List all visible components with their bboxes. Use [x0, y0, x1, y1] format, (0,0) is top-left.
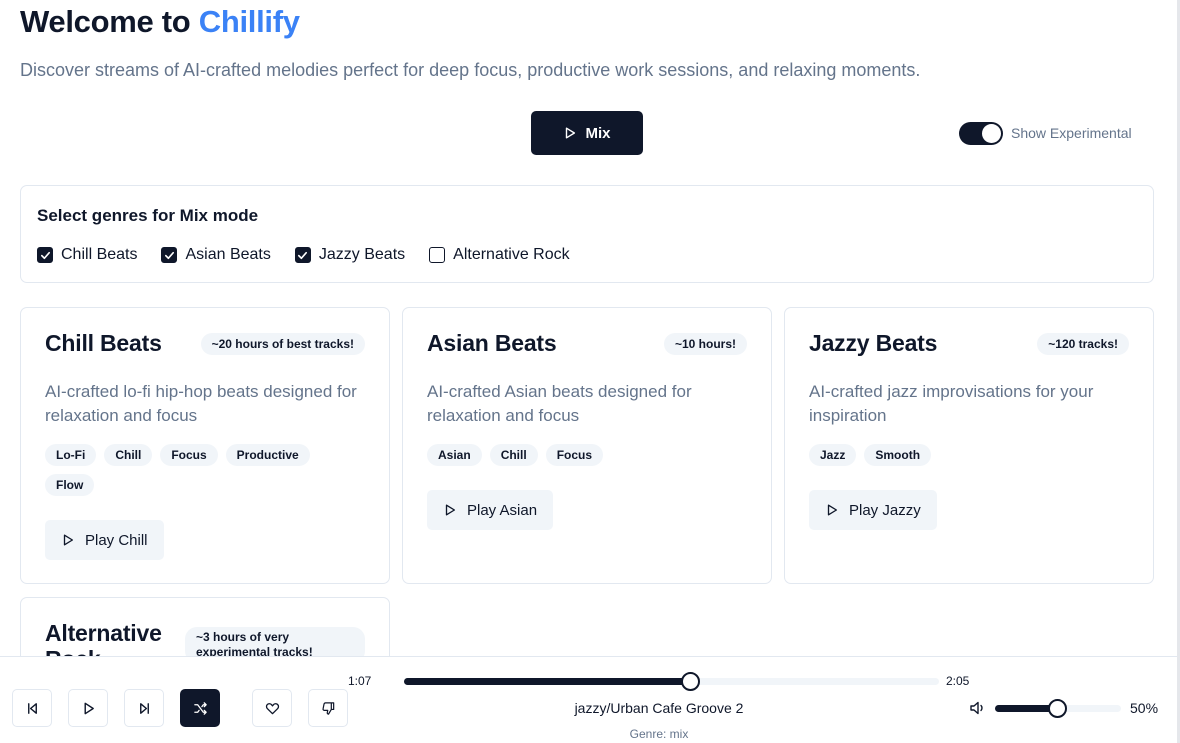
checkbox-checked-icon[interactable]	[294, 247, 311, 263]
seek-slider-thumb[interactable]	[680, 672, 700, 691]
mix-button-label: Mix	[585, 124, 611, 142]
genre-option-label: Chill Beats	[61, 246, 138, 263]
title-prefix: Welcome to	[20, 4, 199, 39]
genre-option-chill-beats[interactable]: Chill Beats	[37, 246, 137, 264]
experimental-toggle-label: Show Experimental	[1011, 125, 1132, 141]
tag-chip: Flow	[45, 474, 95, 496]
tag-chip: Lo-Fi	[45, 444, 97, 466]
genre-option-label: Jazzy Beats	[318, 246, 406, 263]
audio-player-bar: 1:07 2:05 jazzy/Urban Cafe Groove 2 Genr…	[0, 656, 1177, 743]
now-playing-genre: Genre: mix	[629, 727, 689, 741]
previous-track-button[interactable]	[12, 689, 52, 727]
checkbox-checked-icon[interactable]	[161, 247, 178, 263]
card-badge: ~120 tracks!	[1037, 333, 1129, 355]
card-description: AI-crafted Asian beats designed for rela…	[427, 382, 692, 425]
card-title: Asian Beats	[427, 330, 557, 356]
card-title: Chill Beats	[45, 330, 162, 356]
tag-chip: Focus	[545, 444, 604, 466]
card-tags: Jazz Smooth	[809, 444, 1129, 466]
genre-card-chill-beats: Chill Beats ~20 hours of best tracks! AI…	[20, 307, 390, 584]
track-duration: 2:05	[946, 674, 970, 688]
play-pause-button[interactable]	[68, 689, 108, 727]
play-button-label: Play Jazzy	[849, 501, 921, 519]
seek-slider[interactable]	[404, 672, 939, 691]
genre-option-alternative-rock[interactable]: Alternative Rock	[429, 246, 570, 264]
volume-icon[interactable]	[969, 700, 987, 716]
genre-card-asian-beats: Asian Beats ~10 hours! AI-crafted Asian …	[402, 307, 772, 584]
genre-option-label: Alternative Rock	[453, 246, 570, 263]
play-asian-button[interactable]: Play Asian	[427, 490, 554, 530]
play-button-label: Play Asian	[467, 501, 538, 519]
volume-slider-thumb[interactable]	[1048, 699, 1067, 718]
play-button-label: Play Chill	[85, 531, 148, 549]
genre-option-jazzy-beats[interactable]: Jazzy Beats	[294, 246, 406, 264]
mix-genre-selector: Select genres for Mix mode Chill Beats A…	[20, 185, 1154, 283]
volume-slider[interactable]	[995, 699, 1121, 718]
card-description: AI-crafted lo-fi hip-hop beats designed …	[45, 382, 357, 425]
seek-progress-fill	[404, 678, 691, 685]
card-badge: ~20 hours of best tracks!	[200, 333, 365, 355]
card-title: Jazzy Beats	[809, 330, 938, 356]
thumbs-down-icon	[321, 701, 334, 715]
now-playing-title: jazzy/Urban Cafe Groove 2	[574, 700, 744, 716]
next-track-button[interactable]	[124, 689, 164, 727]
play-icon	[63, 534, 74, 546]
skip-forward-icon	[139, 702, 149, 714]
card-tags: Lo-Fi Chill Focus Productive Flow	[45, 444, 365, 496]
shuffle-icon	[193, 701, 207, 715]
volume-percent: 50%	[1130, 700, 1159, 716]
card-tags: Asian Chill Focus	[427, 444, 747, 466]
play-icon	[566, 127, 576, 139]
skip-back-icon	[27, 702, 37, 714]
card-description: AI-crafted jazz improvisations for your …	[809, 382, 1094, 425]
elapsed-time: 1:07	[348, 674, 372, 688]
play-icon	[827, 504, 838, 516]
tag-chip: Chill	[104, 444, 153, 466]
experimental-toggle[interactable]	[959, 122, 1003, 145]
page-title: Welcome to Chillify	[20, 4, 300, 40]
tag-chip: Chill	[489, 444, 538, 466]
play-icon	[445, 504, 456, 516]
tag-chip: Smooth	[864, 444, 932, 466]
genre-selector-title: Select genres for Mix mode	[37, 206, 259, 225]
play-jazzy-button[interactable]: Play Jazzy	[809, 490, 937, 530]
play-icon	[84, 702, 94, 714]
shuffle-button[interactable]	[180, 689, 220, 727]
genre-card-jazzy-beats: Jazzy Beats ~120 tracks! AI-crafted jazz…	[784, 307, 1154, 584]
like-button[interactable]	[252, 689, 292, 727]
brand-name: Chillify	[198, 4, 300, 39]
genre-option-asian-beats[interactable]: Asian Beats	[161, 246, 271, 264]
tag-chip: Asian	[427, 444, 482, 466]
dislike-button[interactable]	[308, 689, 348, 727]
heart-icon	[265, 702, 279, 714]
toggle-knob	[982, 124, 1001, 143]
genre-option-label: Asian Beats	[185, 246, 271, 263]
tag-chip: Focus	[160, 444, 218, 466]
tag-chip: Productive	[225, 444, 310, 466]
mix-button[interactable]: Mix	[531, 111, 643, 155]
checkbox-unchecked-icon[interactable]	[429, 247, 446, 263]
play-chill-button[interactable]: Play Chill	[45, 520, 164, 560]
card-badge: ~10 hours!	[663, 333, 747, 355]
checkbox-checked-icon[interactable]	[37, 247, 53, 263]
tag-chip: Jazz	[809, 444, 857, 466]
page-subtitle: Discover streams of AI-crafted melodies …	[20, 60, 921, 80]
